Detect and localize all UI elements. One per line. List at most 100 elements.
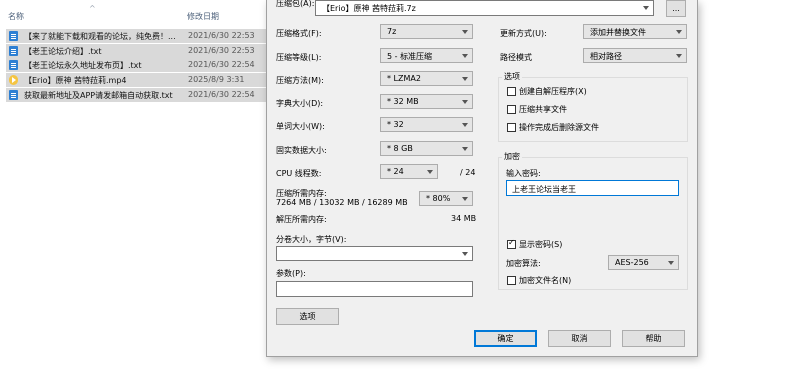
level-label: 压缩等级(L): xyxy=(276,53,322,62)
word-size-label: 单词大小(W): xyxy=(276,122,325,131)
archive-path-value: 【Erio】原神 茜特菈莉.7z xyxy=(322,4,416,13)
update-mode-combo[interactable]: 添加并替换文件 xyxy=(583,24,687,39)
encrypt-names-label: 加密文件名(N) xyxy=(519,276,572,285)
level-combo[interactable]: 5 - 标准压缩 xyxy=(380,48,473,63)
file-date: 2021/6/30 22:54 xyxy=(188,90,255,99)
chevron-down-icon xyxy=(462,100,468,104)
archive-label: 压缩包(A): xyxy=(276,0,315,8)
column-header-name[interactable]: 名称 xyxy=(8,11,24,22)
word-size-value: * 32 xyxy=(387,120,404,129)
split-size-combo[interactable] xyxy=(276,246,473,261)
level-value: 5 - 标准压缩 xyxy=(387,52,433,61)
encryption-method-label: 加密算法: xyxy=(506,259,541,268)
password-label: 输入密码: xyxy=(506,169,541,178)
chevron-down-icon xyxy=(462,252,468,256)
sfx-label: 创建自解压程序(X) xyxy=(519,87,587,96)
txt-file-icon xyxy=(9,60,18,70)
chevron-down-icon xyxy=(462,147,468,151)
chevron-down-icon xyxy=(462,54,468,58)
update-mode-value: 添加并替换文件 xyxy=(590,28,646,37)
file-date: 2025/8/9 3:31 xyxy=(188,75,245,84)
sfx-checkbox[interactable] xyxy=(507,87,516,96)
help-button[interactable]: 帮助 xyxy=(622,330,685,347)
method-label: 压缩方法(M): xyxy=(276,76,324,85)
chevron-down-icon xyxy=(462,197,468,201)
threads-label: CPU 线程数: xyxy=(276,169,322,178)
chevron-down-icon xyxy=(427,170,433,174)
dictionary-combo[interactable]: * 32 MB xyxy=(380,94,473,109)
file-row[interactable]: 【来了就能下载和观看的论坛，纯免费！... 2021/6/30 22:53 xyxy=(6,29,266,43)
solid-size-combo[interactable]: * 8 GB xyxy=(380,141,473,156)
cancel-button[interactable]: 取消 xyxy=(548,330,611,347)
password-value: 上老王论坛当老王 xyxy=(512,185,576,194)
dictionary-label: 字典大小(D): xyxy=(276,99,324,108)
password-input[interactable]: 上老王论坛当老王 xyxy=(506,180,679,196)
chevron-down-icon xyxy=(462,77,468,81)
decompress-memory-value: 34 MB xyxy=(451,214,477,223)
shared-files-checkbox[interactable] xyxy=(507,105,516,114)
column-header-modified[interactable]: 修改日期 xyxy=(187,11,219,22)
show-password-checkbox[interactable] xyxy=(507,238,516,249)
encryption-group-title: 加密 xyxy=(502,151,522,162)
parameters-input[interactable] xyxy=(276,281,473,297)
chevron-down-icon xyxy=(643,6,649,10)
format-label: 压缩格式(F): xyxy=(276,29,322,38)
txt-file-icon xyxy=(9,31,18,41)
path-mode-combo[interactable]: 相对路径 xyxy=(583,48,687,63)
encryption-method-value: AES-256 xyxy=(615,258,649,267)
video-file-icon xyxy=(9,75,18,85)
file-row[interactable]: 【老王论坛介绍】.txt 2021/6/30 22:53 xyxy=(6,44,266,58)
chevron-down-icon xyxy=(676,54,682,58)
memory-percent-value: * 80% xyxy=(426,194,451,203)
method-combo[interactable]: * LZMA2 xyxy=(380,71,473,86)
compress-memory-value: 7264 MB / 13032 MB / 16289 MB xyxy=(276,198,408,207)
txt-file-icon xyxy=(9,90,18,100)
file-name: 【老王论坛介绍】.txt xyxy=(24,47,102,56)
file-date: 2021/6/30 22:53 xyxy=(188,46,255,55)
encryption-method-combo[interactable]: AES-256 xyxy=(608,255,679,270)
browse-button[interactable]: ... xyxy=(666,0,686,17)
dictionary-value: * 32 MB xyxy=(387,97,419,106)
decompress-memory-label: 解压所需内存: xyxy=(276,215,327,224)
file-name: 获取最新地址及APP请发邮箱自动获取.txt xyxy=(24,91,173,100)
delete-source-label: 操作完成后删除源文件 xyxy=(519,123,599,132)
chevron-down-icon xyxy=(462,30,468,34)
split-size-label: 分卷大小，字节(V): xyxy=(276,235,347,244)
shared-files-label: 压缩共享文件 xyxy=(519,105,567,114)
method-value: * LZMA2 xyxy=(387,74,421,83)
file-row[interactable]: 【老王论坛永久地址发布页】.txt 2021/6/30 22:54 xyxy=(6,58,266,72)
threads-total: / 24 xyxy=(460,168,476,177)
chevron-down-icon xyxy=(676,30,682,34)
chevron-down-icon xyxy=(462,123,468,127)
delete-source-checkbox[interactable] xyxy=(507,123,516,132)
format-value: 7z xyxy=(387,27,397,36)
file-date: 2021/6/30 22:54 xyxy=(188,60,255,69)
archive-path-combo[interactable]: 【Erio】原神 茜特菈莉.7z xyxy=(315,0,654,16)
parameters-label: 参数(P): xyxy=(276,269,306,278)
txt-file-icon xyxy=(9,46,18,56)
ok-button[interactable]: 确定 xyxy=(474,330,537,347)
memory-percent-combo[interactable]: * 80% xyxy=(419,191,473,206)
file-name: 【来了就能下载和观看的论坛，纯免费！... xyxy=(24,32,176,41)
file-name: 【老王论坛永久地址发布页】.txt xyxy=(24,61,142,70)
path-mode-label: 路径模式 xyxy=(500,53,532,62)
file-date: 2021/6/30 22:53 xyxy=(188,31,255,40)
add-to-archive-dialog: 压缩包(A): 【Erio】原神 茜特菈莉.7z ... 压缩格式(F): 7z… xyxy=(266,0,698,357)
threads-value: * 24 xyxy=(387,167,404,176)
show-password-label: 显示密码(S) xyxy=(519,240,563,249)
threads-combo[interactable]: * 24 xyxy=(380,164,438,179)
chevron-down-icon xyxy=(668,261,674,265)
options-group-title: 选项 xyxy=(502,71,522,82)
file-explorer: ^ 名称 修改日期 【来了就能下载和观看的论坛，纯免费！... 2021/6/3… xyxy=(0,0,266,385)
solid-size-value: * 8 GB xyxy=(387,144,413,153)
options-button[interactable]: 选项 xyxy=(276,308,339,325)
word-size-combo[interactable]: * 32 xyxy=(380,117,473,132)
file-name: 【Erio】原神 茜特菈莉.mp4 xyxy=(24,76,127,85)
file-row[interactable]: 【Erio】原神 茜特菈莉.mp4 2025/8/9 3:31 xyxy=(6,73,266,87)
sort-up-icon: ^ xyxy=(89,4,96,13)
update-mode-label: 更新方式(U): xyxy=(500,29,547,38)
file-row[interactable]: 获取最新地址及APP请发邮箱自动获取.txt 2021/6/30 22:54 xyxy=(6,88,266,102)
solid-size-label: 固实数据大小: xyxy=(276,146,327,155)
encrypt-names-checkbox[interactable] xyxy=(507,276,516,285)
format-combo[interactable]: 7z xyxy=(380,24,473,39)
